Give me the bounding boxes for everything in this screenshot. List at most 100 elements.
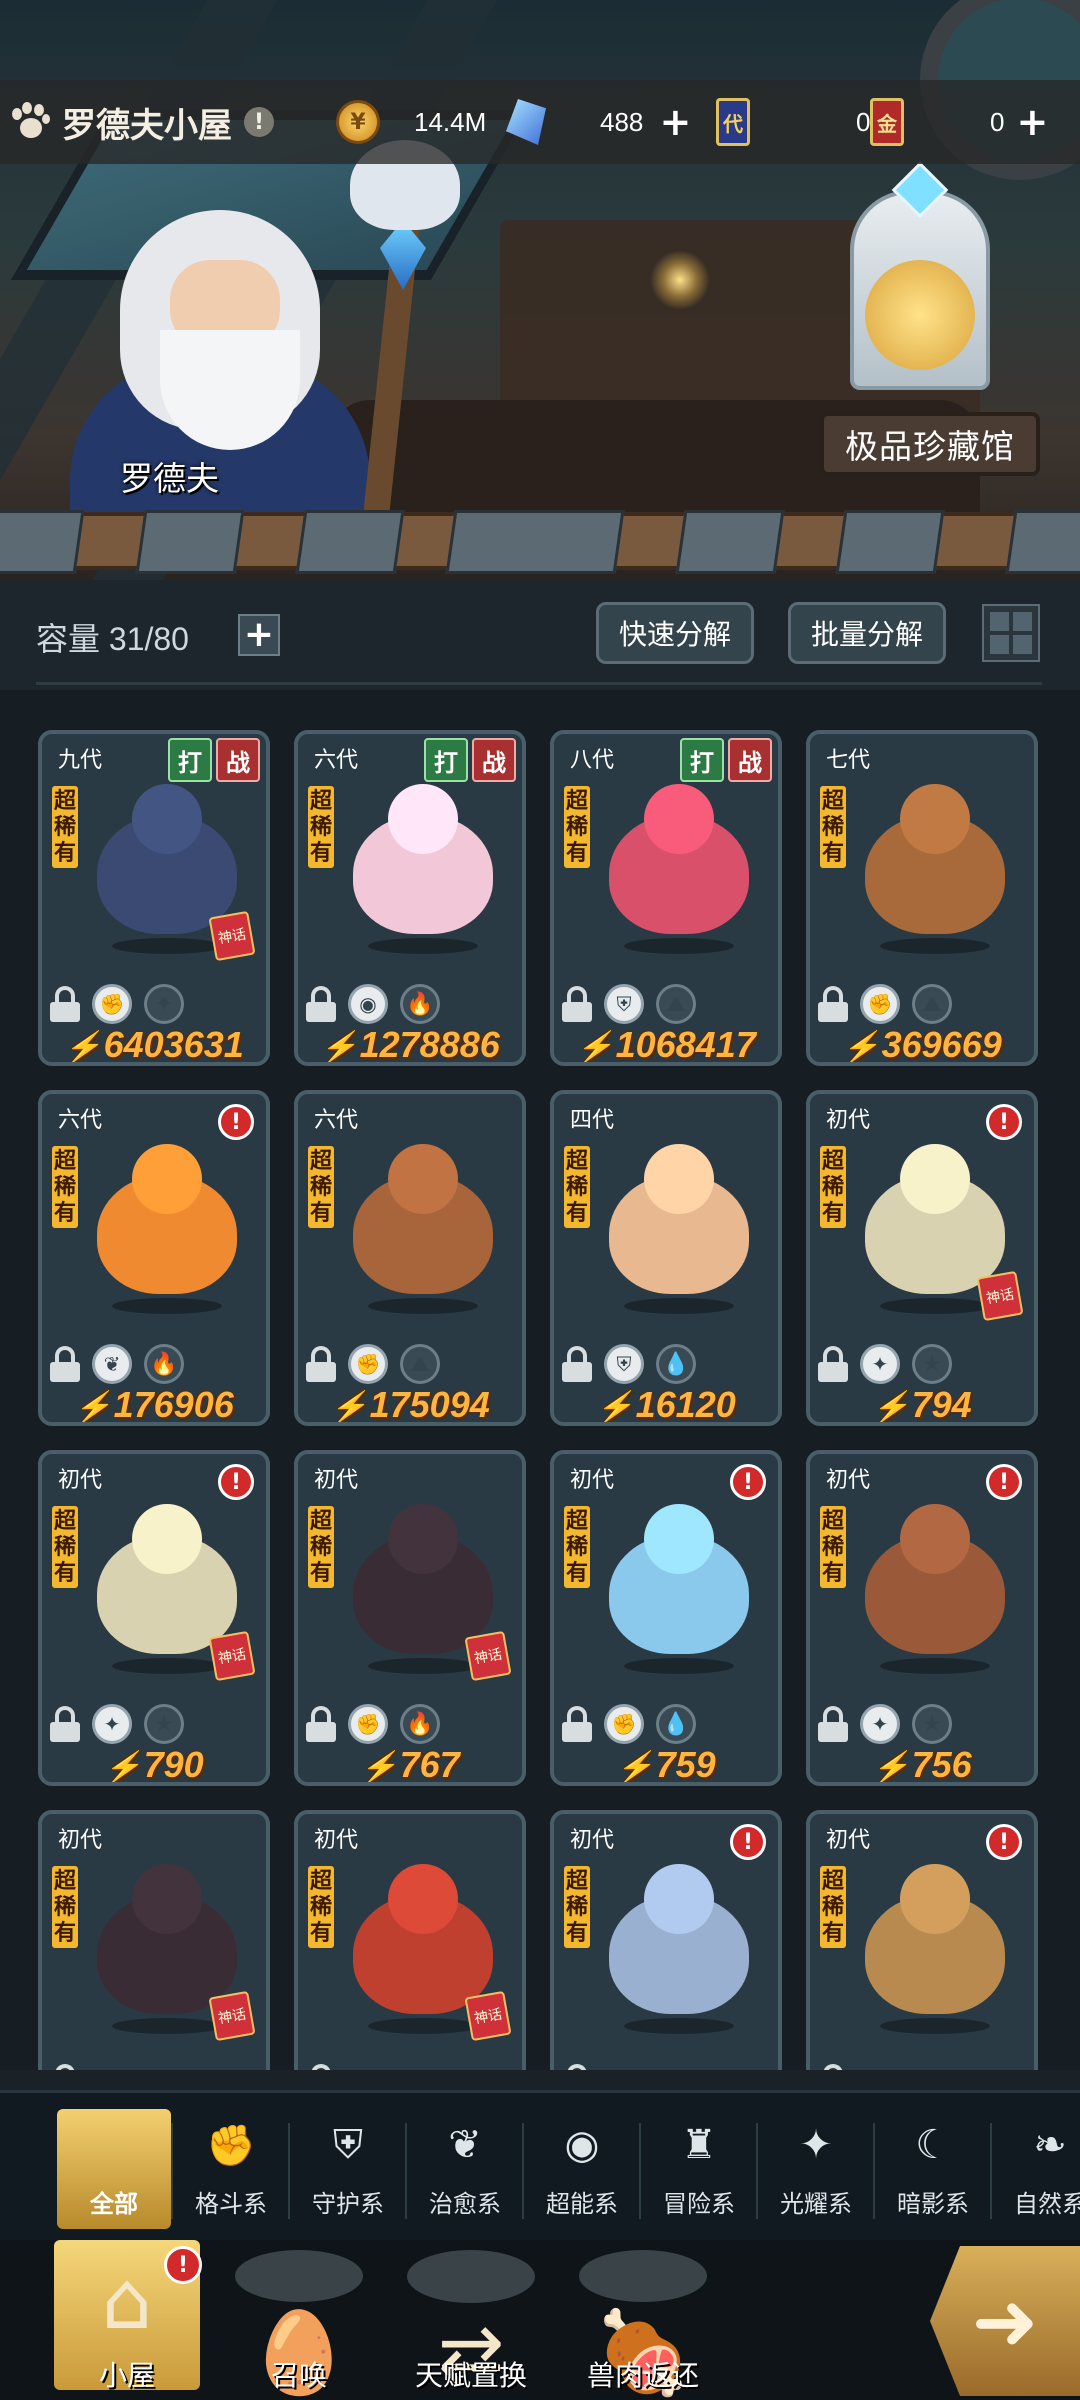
mythic-badge: 神话 — [464, 1630, 512, 1682]
add-card-button[interactable]: + — [1014, 103, 1050, 141]
expand-capacity-button[interactable]: + — [238, 614, 280, 656]
lock-icon[interactable] — [50, 986, 80, 1022]
lock-icon[interactable] — [50, 2064, 80, 2070]
pet-portrait — [594, 1504, 764, 1674]
alert-badge-icon: ! — [218, 1104, 254, 1140]
info-icon[interactable]: ! — [244, 107, 274, 137]
filter-divider — [288, 2123, 290, 2219]
batch-decompose-button[interactable]: 批量分解 — [788, 602, 947, 664]
pet-generation: 初代 — [826, 1467, 871, 1492]
alert-badge-icon: ! — [730, 1464, 766, 1500]
collection-hall-button[interactable]: 极品珍藏馆 — [820, 412, 1040, 476]
lock-icon[interactable] — [306, 1346, 336, 1382]
element-icon: 💧 — [656, 1344, 696, 1384]
crystal-resource: 488 + — [506, 94, 693, 150]
pet-card[interactable]: 初代 超稀有 神话 — [38, 1810, 270, 2070]
element-icon: ✊ — [348, 1344, 388, 1384]
pet-card[interactable]: 九代 超稀有打战 神话 ✊ ✦ ⚡6403631 — [38, 730, 270, 1066]
filter-tab[interactable]: ❦ 治愈系 — [408, 2109, 522, 2229]
npc-wizard-rodolf[interactable] — [50, 140, 460, 530]
pet-card[interactable]: 四代 超稀有 ⛨ 💧 ⚡16120 — [550, 1090, 782, 1426]
lock-icon[interactable] — [306, 2064, 336, 2070]
pet-portrait — [850, 784, 1020, 954]
add-crystal-button[interactable]: + — [657, 103, 693, 141]
pet-card[interactable]: 初代 超稀有 神话 ✊ 🔥 ⚡767 — [294, 1450, 526, 1786]
lock-icon[interactable] — [562, 1346, 592, 1382]
shadow-icon: ☾ — [915, 2122, 951, 2168]
pet-generation: 初代 — [314, 1827, 359, 1852]
lock-icon[interactable] — [306, 986, 336, 1022]
all-icon — [85, 2116, 143, 2174]
lock-icon[interactable] — [818, 1706, 848, 1742]
card-red-value: 0 — [990, 106, 1005, 137]
pet-card[interactable]: 初代 超稀有! ✊ 💧 ⚡759 — [550, 1450, 782, 1786]
card-blue-value: 0 — [856, 106, 871, 137]
lock-icon[interactable] — [818, 1346, 848, 1382]
filter-tab[interactable]: ✊ 格斗系 — [174, 2109, 288, 2229]
filter-label: 全部 — [90, 2191, 138, 2218]
lock-icon[interactable] — [818, 986, 848, 1022]
lock-icon[interactable] — [306, 1706, 336, 1742]
power-icon: ⚡ — [576, 1031, 614, 1064]
element-icon: ★ — [912, 1344, 952, 1384]
pet-card[interactable]: 初代 超稀有! — [550, 1810, 782, 2070]
pet-generation: 九代 — [58, 747, 103, 772]
filter-tab[interactable]: ✦ 光耀系 — [759, 2109, 873, 2229]
filter-label: 守护系 — [312, 2191, 384, 2218]
power-icon: ⚡ — [872, 1751, 910, 1784]
grid-view-button[interactable] — [982, 604, 1040, 662]
pet-list[interactable]: 九代 超稀有打战 神话 ✊ ✦ ⚡6403631 六代 超稀有打战 ◉ 🔥 ⚡1278886 八… — [0, 690, 1080, 2070]
lock-icon[interactable] — [562, 1706, 592, 1742]
filter-tab[interactable]: 全部 — [57, 2109, 171, 2229]
pet-card[interactable]: 初代 超稀有 神话 — [294, 1810, 526, 2070]
alert-badge-icon: ! — [986, 1824, 1022, 1860]
filter-divider — [522, 2123, 524, 2219]
filter-tab[interactable]: ◉ 超能系 — [525, 2109, 639, 2229]
filter-tab[interactable]: ⛨ 守护系 — [291, 2109, 405, 2229]
rarity-badge: 超稀有 — [52, 1506, 78, 1588]
pet-card[interactable]: 初代 超稀有! ✦ ★ ⚡756 — [806, 1450, 1038, 1786]
pet-card[interactable]: 六代 超稀有! ❦ 🔥 ⚡176906 — [38, 1090, 270, 1426]
lock-icon[interactable] — [562, 986, 592, 1022]
lock-icon[interactable] — [562, 2064, 592, 2070]
power-value: 756 — [911, 1744, 972, 1785]
storage-toolbar: 容量 31/80 + 快速分解 批量分解 — [0, 580, 1080, 690]
pet-element-row: ✊ 💧 — [562, 1704, 696, 1744]
pet-card[interactable]: 初代 超稀有! — [806, 1810, 1038, 2070]
pet-card[interactable]: 初代 超稀有! 神话 ✦ ★ ⚡790 — [38, 1450, 270, 1786]
nav-item[interactable]: 🍖 兽肉返还 — [568, 2250, 718, 2400]
pet-element-row: ◉ 🔥 — [306, 984, 440, 1024]
pet-generation: 六代 — [314, 747, 359, 772]
element-icon: ⛰ — [400, 1344, 440, 1384]
lock-icon[interactable] — [818, 2064, 848, 2070]
filter-tab[interactable]: ♜ 冒险系 — [642, 2109, 756, 2229]
pet-portrait — [338, 1144, 508, 1314]
mythic-badge: 神话 — [464, 1990, 512, 2042]
power-value: 175094 — [369, 1384, 490, 1425]
filter-divider — [639, 2123, 641, 2219]
pet-card[interactable]: 八代 超稀有打战 ⛨ ⛰ ⚡1068417 — [550, 730, 782, 1066]
go-arrow-button[interactable]: ➜ — [930, 2246, 1080, 2396]
filter-divider — [405, 2123, 407, 2219]
filter-tab[interactable]: ☾ 暗影系 — [876, 2109, 990, 2229]
house-icon: ⌂ — [101, 2254, 153, 2347]
pet-element-row — [562, 2064, 592, 2070]
nav-item[interactable]: 🥚 召唤 — [224, 2250, 374, 2400]
pet-card[interactable]: 七代 超稀有 ✊ ⛰ ⚡369669 — [806, 730, 1038, 1066]
pet-card[interactable]: 初代 超稀有! 神话 ✦ ★ ⚡794 — [806, 1090, 1038, 1426]
pet-card[interactable]: 六代 超稀有 ✊ ⛰ ⚡175094 — [294, 1090, 526, 1426]
power-icon: ⚡ — [104, 1751, 142, 1784]
nav-item[interactable]: ⇄ 天赋置换 — [396, 2250, 546, 2400]
lock-icon[interactable] — [50, 1706, 80, 1742]
rarity-badge: 超稀有 — [820, 1506, 846, 1588]
filter-tab[interactable]: ❧ 自然系 — [993, 2109, 1080, 2229]
pet-generation: 初代 — [58, 1827, 103, 1852]
power-icon: ⚡ — [74, 1391, 112, 1424]
element-icon: ⛨ — [604, 984, 644, 1024]
lock-icon[interactable] — [50, 1346, 80, 1382]
element-icon: ✊ — [604, 1704, 644, 1744]
quick-decompose-button[interactable]: 快速分解 — [596, 602, 755, 664]
power-value: 369669 — [881, 1024, 1002, 1065]
pet-generation: 初代 — [826, 1827, 871, 1852]
pet-card[interactable]: 六代 超稀有打战 ◉ 🔥 ⚡1278886 — [294, 730, 526, 1066]
